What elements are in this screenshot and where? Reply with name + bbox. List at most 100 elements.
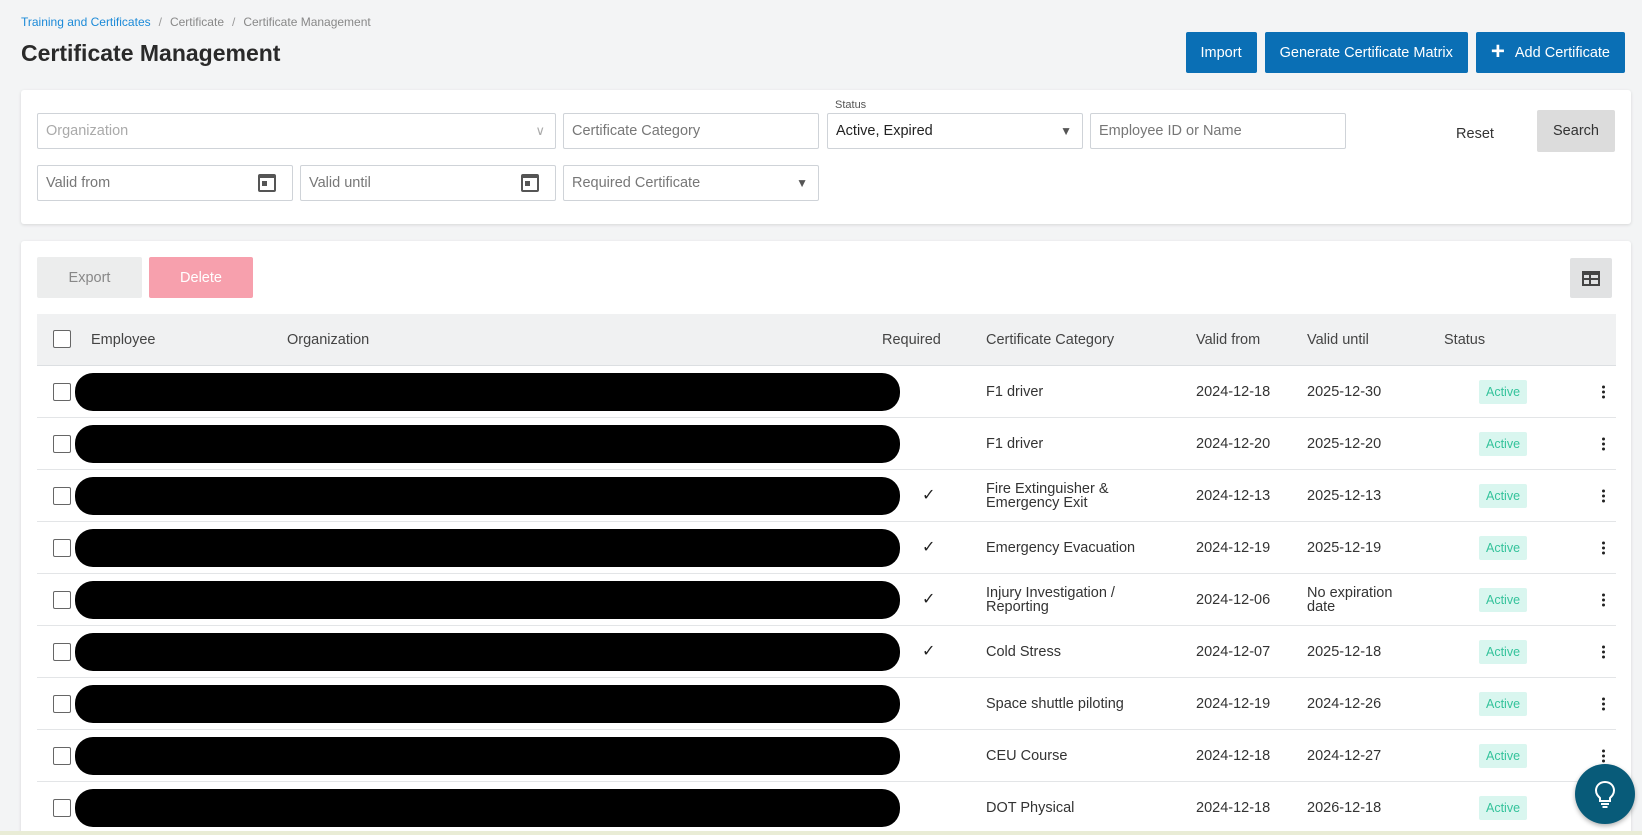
chevron-down-icon: ∨ <box>535 123 545 138</box>
reset-button[interactable]: Reset <box>1444 116 1506 152</box>
search-label: Search <box>1553 123 1599 139</box>
header-valid-until[interactable]: Valid until <box>1307 332 1369 348</box>
row-checkbox[interactable] <box>53 591 71 609</box>
table-row[interactable]: ✓ Injury Investigation / Reporting 2024-12-… <box>37 574 1616 626</box>
table-row[interactable]: ✓ Fire Extinguisher & Emergency Exit 2024-1… <box>37 470 1616 522</box>
help-button[interactable] <box>1575 764 1635 824</box>
breadcrumb-training[interactable]: Training and Certificates <box>21 15 151 29</box>
page-title: Certificate Management <box>21 40 281 66</box>
redacted-employee-organization <box>75 477 900 515</box>
kebab-menu-icon[interactable] <box>1602 748 1605 763</box>
organization-select[interactable]: Organization ∨ <box>37 113 556 149</box>
status-select[interactable]: Active, Expired ▼ <box>827 113 1083 149</box>
reset-label: Reset <box>1456 126 1494 142</box>
status-badge: Active <box>1479 431 1528 456</box>
row-checkbox[interactable] <box>53 539 71 557</box>
row-checkbox[interactable] <box>53 643 71 661</box>
import-button[interactable]: Import <box>1185 32 1257 73</box>
certificate-category-line: DOT Physical <box>986 799 1075 816</box>
certificate-category-line: Reporting <box>986 598 1049 615</box>
row-checkbox[interactable] <box>53 695 71 713</box>
calendar-icon[interactable] <box>521 174 539 192</box>
redacted-employee-organization <box>75 685 900 723</box>
certificate-category-cell: DOT Physical <box>986 799 1075 816</box>
table-row[interactable]: DOT Physical 2024-12-18 2026-12-18 Active <box>37 782 1616 834</box>
filter-panel: Organization ∨ Certificate Category Stat… <box>21 90 1631 224</box>
export-label: Export <box>68 269 111 286</box>
breadcrumb-certificate[interactable]: Certificate <box>170 15 224 29</box>
valid-until-line: No expiration <box>1307 584 1393 601</box>
certificate-category-cell: F1 driver <box>986 383 1044 400</box>
valid-until-line: 2025-12-13 <box>1307 487 1382 504</box>
generate-matrix-button[interactable]: Generate Certificate Matrix <box>1264 32 1468 73</box>
certificate-category-line: Cold Stress <box>986 643 1061 660</box>
kebab-menu-icon[interactable] <box>1602 488 1605 503</box>
certificate-category-cell: F1 driver <box>986 436 1043 451</box>
valid-until-cell: 2024-12-26 <box>1307 696 1381 711</box>
table-row[interactable]: Space shuttle piloting 2024-12-19 2024-12-… <box>37 678 1616 730</box>
header-organization[interactable]: Organization <box>287 332 369 348</box>
delete-button[interactable]: Delete <box>149 257 253 298</box>
valid-until-cell: 2025-12-13 <box>1307 487 1382 504</box>
certificate-category-line: Space shuttle piloting <box>986 695 1124 712</box>
header-required[interactable]: Required <box>882 332 941 348</box>
header-valid-from[interactable]: Valid from <box>1196 332 1260 348</box>
kebab-menu-icon[interactable] <box>1602 540 1605 555</box>
check-icon: ✓ <box>922 539 936 556</box>
add-certificate-button[interactable]: + Add Certificate <box>1475 32 1625 73</box>
kebab-menu-icon[interactable] <box>1602 696 1605 711</box>
certificate-category-cell: CEU Course <box>986 748 1067 763</box>
breadcrumb-separator: / <box>232 15 236 29</box>
breadcrumb: Training and Certificates / Certificate … <box>21 15 371 29</box>
calendar-icon[interactable] <box>258 174 276 192</box>
row-checkbox[interactable] <box>53 747 71 765</box>
row-checkbox[interactable] <box>53 799 71 817</box>
certificate-category-line: Emergency Evacuation <box>986 539 1136 556</box>
table-row[interactable]: CEU Course 2024-12-18 2024-12-27 Active <box>37 730 1616 782</box>
valid-from-cell: 2024-12-18 <box>1196 747 1271 764</box>
check-icon: ✓ <box>922 591 936 608</box>
valid-until-cell: No expiration date <box>1307 584 1393 615</box>
valid-until-cell: 2024-12-27 <box>1307 747 1382 764</box>
table-row[interactable]: F1 driver 2024-12-18 2025-12-30 Active <box>37 366 1616 418</box>
certificate-category-input[interactable]: Certificate Category <box>563 113 819 149</box>
valid-until-cell: 2026-12-18 <box>1307 800 1381 815</box>
table-row[interactable]: ✓ Cold Stress 2024-12-07 2025-12-18 Active <box>37 626 1616 678</box>
header-employee[interactable]: Employee <box>91 332 155 348</box>
valid-until-line: date <box>1307 598 1336 615</box>
row-checkbox[interactable] <box>53 487 71 505</box>
required-certificate-placeholder: Required Certificate <box>572 175 701 191</box>
certificate-category-cell: Cold Stress <box>986 643 1061 660</box>
table-row[interactable]: ✓ Emergency Evacuation 2024-12-19 2025-12-1… <box>37 522 1616 574</box>
status-badge: Active <box>1479 535 1528 560</box>
row-checkbox[interactable] <box>53 435 71 453</box>
employee-placeholder: Employee ID or Name <box>1099 123 1242 139</box>
required-certificate-select[interactable]: Required Certificate ▼ <box>563 165 819 201</box>
search-button[interactable]: Search <box>1537 110 1615 152</box>
kebab-menu-icon[interactable] <box>1602 644 1605 659</box>
valid-from-cell: 2024-12-20 <box>1196 435 1271 452</box>
valid-from-input[interactable]: Valid from <box>37 165 293 201</box>
header-certificate-category[interactable]: Certificate Category <box>986 332 1114 348</box>
check-icon: ✓ <box>922 643 936 660</box>
header-status[interactable]: Status <box>1444 332 1485 348</box>
status-value: Active, Expired <box>836 123 933 139</box>
table-row[interactable]: F1 driver 2024-12-20 2025-12-20 Active <box>37 418 1616 470</box>
redacted-employee-organization <box>75 581 900 619</box>
valid-until-input[interactable]: Valid until <box>300 165 556 201</box>
redacted-employee-organization <box>75 373 900 411</box>
employee-search-input[interactable]: Employee ID or Name <box>1090 113 1346 149</box>
kebab-menu-icon[interactable] <box>1602 436 1605 451</box>
table-view-button[interactable] <box>1570 258 1612 298</box>
table-view-icon <box>1582 270 1600 286</box>
kebab-menu-icon[interactable] <box>1602 592 1605 607</box>
export-button[interactable]: Export <box>37 257 142 298</box>
kebab-menu-icon[interactable] <box>1602 384 1605 399</box>
bottom-strip <box>0 831 1642 835</box>
row-checkbox[interactable] <box>53 383 71 401</box>
certificate-category-line: Injury Investigation / <box>986 584 1115 601</box>
valid-until-line: 2024-12-27 <box>1307 747 1382 764</box>
select-all-checkbox[interactable] <box>53 330 71 348</box>
certificate-category-line: F1 driver <box>986 383 1044 400</box>
breadcrumb-current: Certificate Management <box>243 15 371 29</box>
